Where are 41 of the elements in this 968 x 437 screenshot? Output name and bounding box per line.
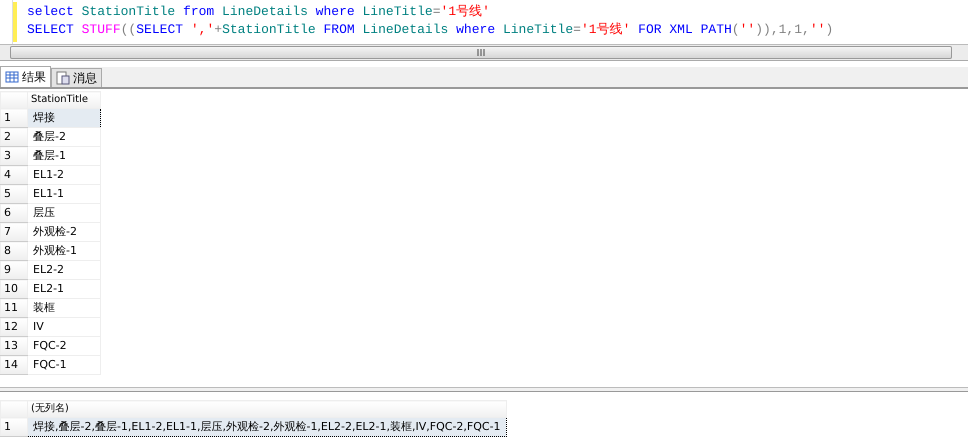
grid-icon <box>5 70 19 84</box>
result-tab[interactable]: 结果 <box>0 66 51 87</box>
row-number[interactable]: 1 <box>0 108 28 128</box>
document-icon <box>56 71 70 85</box>
table-cell[interactable]: EL1-2 <box>28 166 100 184</box>
row-number[interactable]: 6 <box>0 204 28 222</box>
table-cell[interactable]: FQC-1 <box>28 356 100 374</box>
row-number[interactable]: 2 <box>0 128 28 146</box>
code-line: select StationTitle from LineDetails where LineTitle='1号线' <box>27 3 491 21</box>
row-number[interactable]: 5 <box>0 184 28 204</box>
column-header[interactable]: (无列名) <box>28 400 506 418</box>
grip-icon <box>476 49 486 56</box>
result-tab[interactable]: 消息 <box>51 68 102 87</box>
table-cell[interactable]: 外观检-2 <box>28 222 100 242</box>
row-number[interactable]: 8 <box>0 242 28 260</box>
table-cell[interactable]: FQC-2 <box>28 336 100 356</box>
table-cell[interactable]: 焊接 <box>28 108 100 128</box>
table-cell[interactable]: 装框 <box>28 298 100 318</box>
row-number[interactable]: 11 <box>0 298 28 318</box>
row-number[interactable]: 7 <box>0 222 28 242</box>
table-cell[interactable]: 叠层-2 <box>28 128 100 146</box>
row-number[interactable]: 4 <box>0 166 28 184</box>
table-cell[interactable]: 叠层-1 <box>28 146 100 166</box>
column-header[interactable]: StationTitle <box>28 92 100 108</box>
table-cell[interactable]: IV <box>28 318 100 336</box>
row-number[interactable]: 12 <box>0 318 28 336</box>
table-cell[interactable]: 焊接,叠层-2,叠层-1,EL1-2,EL1-1,层压,外观检-2,外观检-1,EL2-2,EL2-1,装框,IV,FQC-2,FQC-1 <box>28 418 506 436</box>
row-number[interactable]: 3 <box>0 146 28 166</box>
row-number[interactable]: 13 <box>0 336 28 356</box>
row-number[interactable]: 10 <box>0 280 28 298</box>
horizontal-scrollbar[interactable] <box>10 46 952 59</box>
table-cell[interactable]: 外观检-1 <box>28 242 100 260</box>
row-number[interactable]: 1 <box>0 418 28 436</box>
change-marker <box>13 2 17 42</box>
table-cell[interactable]: EL1-1 <box>28 184 100 204</box>
table-cell[interactable]: EL2-1 <box>28 280 100 298</box>
table-cell[interactable]: EL2-2 <box>28 260 100 280</box>
row-number[interactable]: 9 <box>0 260 28 280</box>
table-cell[interactable]: 层压 <box>28 204 100 222</box>
code-line: SELECT STUFF((SELECT ','+StationTitle FROM LineDetails where LineTitle='1号线' FOR XML PATH('')),1,1,'') <box>27 21 834 39</box>
row-number[interactable]: 14 <box>0 356 28 374</box>
